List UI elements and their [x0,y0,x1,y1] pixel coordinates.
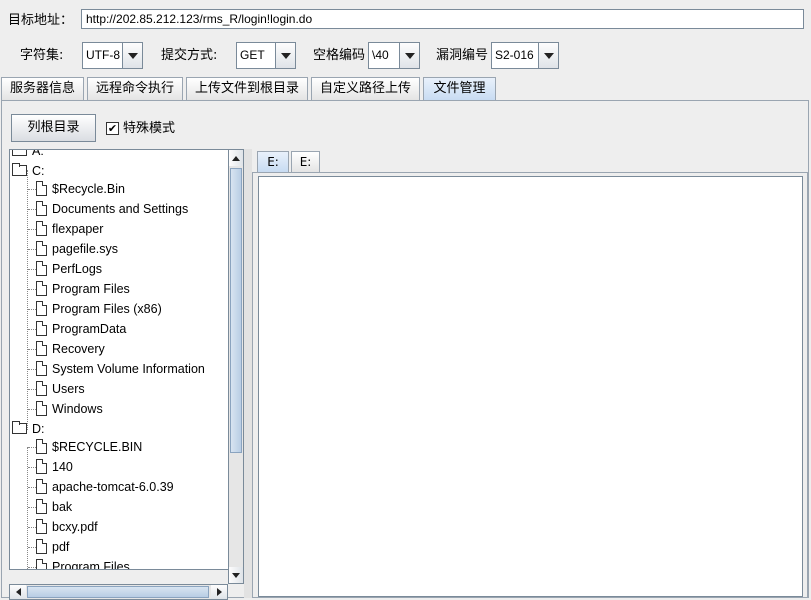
file-icon [36,381,47,396]
file-icon [36,499,47,514]
file-icon [36,439,47,454]
vuln-id-value: S2-016 [495,48,534,62]
file-tab-e[interactable]: E: [291,151,320,172]
file-icon [36,201,47,216]
chevron-down-icon[interactable] [275,43,295,68]
file-icon [36,261,47,276]
vuln-id-select[interactable]: S2-016 [491,42,559,69]
vuln-id-label: 漏洞编号 [436,48,489,63]
tree-vertical-scrollbar[interactable] [228,149,244,584]
tab-server-info[interactable]: 服务器信息 [1,77,84,100]
folder-icon [12,150,27,156]
charset-value: UTF-8 [86,48,120,62]
file-icon [36,241,47,256]
scroll-left-arrow-icon[interactable] [10,585,26,599]
file-icon [36,361,47,376]
file-icon [36,459,47,474]
file-icon [36,341,47,356]
tab-custom-path-upload[interactable]: 自定义路径上传 [311,77,420,100]
file-icon [36,281,47,296]
space-encoding-label: 空格编码 [313,48,366,63]
target-url-input[interactable]: http://202.85.212.123/rms_R/login!login.… [81,9,804,29]
special-mode-label: 特殊模式 [123,121,176,136]
scroll-right-arrow-icon[interactable] [211,585,227,599]
target-address-label: 目标地址： [8,13,74,28]
method-label: 提交方式: [161,48,218,63]
file-icon [36,539,47,554]
file-icon [36,321,47,336]
space-encoding-select[interactable]: \40 [368,42,420,69]
file-icon [36,301,47,316]
chevron-down-icon[interactable] [399,43,419,68]
file-icon [36,519,47,534]
charset-label: 字符集: [20,48,64,63]
list-root-button[interactable]: 列根目录 [11,114,96,142]
scroll-thumb[interactable] [27,586,209,598]
method-value: GET [240,48,265,62]
tab-file-manager[interactable]: 文件管理 [423,77,496,101]
file-icon [36,181,47,196]
tab-upload-root[interactable]: 上传文件到根目录 [186,77,308,100]
file-icon [36,479,47,494]
file-icon [36,401,47,416]
space-encoding-value: \40 [372,48,389,62]
file-icon [36,559,47,569]
file-icon [36,221,47,236]
charset-select[interactable]: UTF-8 [82,42,143,69]
file-content-area[interactable] [258,176,803,597]
tree-horizontal-scrollbar[interactable] [9,584,228,600]
chevron-down-icon[interactable] [122,43,142,68]
scroll-down-arrow-icon[interactable] [229,567,243,583]
scroll-thumb[interactable] [230,168,242,453]
file-tree[interactable]: A: C: $Recycle.Bin Documents and Setting… [9,149,228,570]
method-select[interactable]: GET [236,42,296,69]
folder-open-icon [12,421,27,434]
tab-remote-command[interactable]: 远程命令执行 [87,77,183,100]
special-mode-checkbox[interactable]: ✔ [106,122,119,135]
chevron-down-icon[interactable] [538,43,558,68]
folder-open-icon [12,163,27,176]
split-pane-divider[interactable] [244,149,252,598]
file-tab-e-active[interactable]: E: [257,151,289,172]
scroll-up-arrow-icon[interactable] [229,150,243,166]
